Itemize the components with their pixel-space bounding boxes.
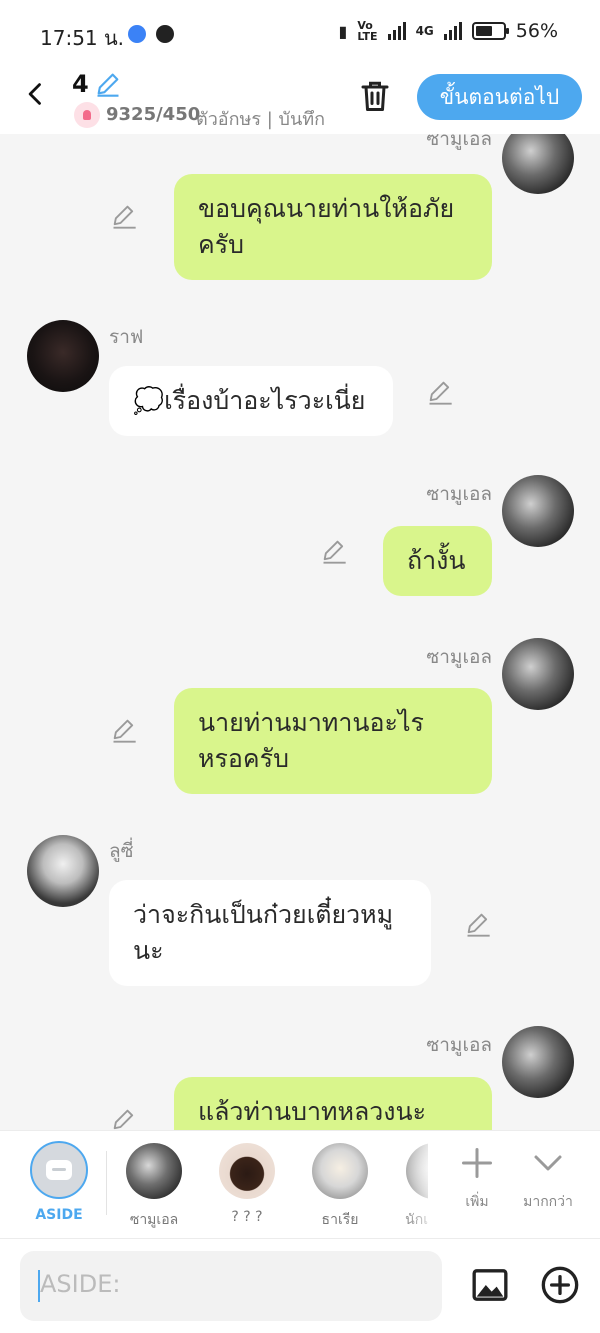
speaker-name: ซามูเอล bbox=[426, 483, 492, 505]
character-avatar bbox=[219, 1143, 275, 1199]
character-name: ? ? ? bbox=[231, 1209, 263, 1225]
chat-message[interactable]: ซามูเอล ถ้างั้น bbox=[0, 469, 600, 599]
speaker-name: ลูซี่ bbox=[109, 840, 134, 862]
avatar[interactable] bbox=[502, 475, 574, 547]
edit-episode-icon[interactable] bbox=[94, 70, 122, 98]
message-bubble[interactable]: 💭เรื่องบ้าอะไรวะเนี่ย bbox=[109, 366, 393, 436]
save-status: ตัวอักษร | บันทึก bbox=[196, 109, 326, 130]
narration-icon bbox=[46, 1160, 72, 1180]
message-bubble[interactable]: แล้วท่านบาทหลวงนะ bbox=[174, 1077, 492, 1130]
avatar[interactable] bbox=[27, 320, 99, 392]
message-input[interactable]: ASIDE: bbox=[20, 1251, 442, 1321]
character-selector-bar: ASIDE ซามูเอล ? ? ? ธาเรีย นักเ เพิ่ม มา… bbox=[0, 1130, 600, 1238]
message-bubble[interactable]: ถ้างั้น bbox=[383, 526, 492, 596]
next-step-button[interactable]: ขั้นตอนต่อไป bbox=[417, 74, 582, 120]
character-chip[interactable]: ซามูเอล bbox=[124, 1143, 184, 1231]
status-time: 17:51 น. bbox=[40, 26, 125, 50]
more-label: มากกว่า bbox=[523, 1194, 573, 1210]
chat-message[interactable]: ซามูเอล นายท่านมาทานอะไรหรอครับ bbox=[0, 632, 600, 802]
add-circle-icon[interactable] bbox=[540, 1265, 580, 1305]
aside-circle bbox=[30, 1141, 88, 1199]
character-chip[interactable]: ธาเรีย bbox=[310, 1143, 370, 1231]
character-name: ธาเรีย bbox=[321, 1212, 359, 1228]
volte-icon: Vo LTE bbox=[357, 19, 378, 43]
chevron-down-icon bbox=[534, 1155, 562, 1171]
character-avatar bbox=[126, 1143, 182, 1199]
edit-message-icon[interactable] bbox=[110, 716, 138, 744]
image-icon[interactable] bbox=[470, 1265, 510, 1305]
character-count: 9325/450 bbox=[106, 104, 201, 125]
battery-icon bbox=[471, 22, 509, 40]
trash-icon[interactable] bbox=[357, 78, 393, 114]
network-type: 4G bbox=[415, 24, 434, 38]
add-label: เพิ่ม bbox=[465, 1194, 489, 1210]
more-characters-button[interactable]: มากกว่า bbox=[518, 1145, 578, 1213]
add-character-button[interactable]: เพิ่ม bbox=[452, 1145, 502, 1213]
vibrate-icon: ▮ bbox=[338, 21, 348, 41]
avatar[interactable] bbox=[502, 134, 574, 194]
chat-message[interactable]: ราฟ 💭เรื่องบ้าอะไรวะเนี่ย bbox=[0, 314, 600, 444]
aside-label: ASIDE bbox=[35, 1207, 83, 1223]
edit-message-icon[interactable] bbox=[426, 378, 454, 406]
episode-number[interactable]: 4 bbox=[72, 70, 89, 98]
edit-message-icon[interactable] bbox=[320, 537, 348, 565]
status-right-group: ▮ Vo LTE 4G 56% bbox=[339, 20, 558, 42]
avatar[interactable] bbox=[502, 638, 574, 710]
signal-icon-2 bbox=[443, 22, 462, 40]
edit-message-icon[interactable] bbox=[110, 202, 138, 230]
notification-bell-icon bbox=[74, 102, 100, 128]
chat-message[interactable]: ลูซี่ ว่าจะกินเป็นก๋วยเตี๋ยวหมูนะ bbox=[0, 832, 600, 1002]
divider bbox=[106, 1151, 107, 1215]
character-chip[interactable]: ? ? ? bbox=[217, 1143, 277, 1225]
message-bubble[interactable]: ขอบคุณนายท่านให้อภัยครับ bbox=[174, 174, 492, 280]
avatar[interactable] bbox=[27, 835, 99, 907]
editor-header: 4 9325/450 ตัวอักษร | บันทึก ขั้นตอนต่อไ… bbox=[0, 66, 600, 134]
speaker-name: ซามูเอล bbox=[426, 134, 492, 150]
chevron-left-icon bbox=[28, 83, 41, 105]
chat-editor-screen: 17:51 น. ▮ Vo LTE 4G 56% 4 9325/450 ตัวอ… bbox=[0, 0, 600, 1333]
chat-area[interactable]: ซามูเอล ขอบคุณนายท่านให้อภัยครับ ราฟ 💭เร… bbox=[0, 134, 600, 1130]
avatar[interactable] bbox=[502, 1026, 574, 1098]
chat-message[interactable]: ซามูเอล ขอบคุณนายท่านให้อภัยครับ bbox=[0, 134, 600, 294]
scroll-fade bbox=[400, 1131, 440, 1231]
character-avatar bbox=[312, 1143, 368, 1199]
messenger-icon bbox=[128, 25, 146, 43]
edit-message-icon[interactable] bbox=[110, 1106, 138, 1130]
message-bubble[interactable]: ว่าจะกินเป็นก๋วยเตี๋ยวหมูนะ bbox=[109, 880, 431, 986]
character-name: ซามูเอล bbox=[129, 1212, 179, 1228]
chat-message[interactable]: ซามูเอล แล้วท่านบาทหลวงนะ bbox=[0, 1024, 600, 1130]
back-button[interactable] bbox=[22, 80, 52, 110]
signal-icon bbox=[387, 22, 406, 40]
plus-icon bbox=[462, 1148, 492, 1178]
battery-percent: 56% bbox=[515, 20, 558, 42]
input-placeholder: ASIDE: bbox=[40, 1270, 121, 1298]
edit-message-icon[interactable] bbox=[464, 910, 492, 938]
message-bubble[interactable]: นายท่านมาทานอะไรหรอครับ bbox=[174, 688, 492, 794]
input-bar: ASIDE: bbox=[0, 1238, 600, 1333]
status-bar: 17:51 น. ▮ Vo LTE 4G 56% bbox=[0, 0, 600, 66]
speaker-name: ซามูเอล bbox=[426, 1034, 492, 1056]
line-app-icon bbox=[156, 25, 174, 43]
aside-selector[interactable]: ASIDE bbox=[30, 1141, 88, 1223]
speaker-name: ซามูเอล bbox=[426, 646, 492, 668]
speaker-name: ราฟ bbox=[109, 326, 144, 348]
